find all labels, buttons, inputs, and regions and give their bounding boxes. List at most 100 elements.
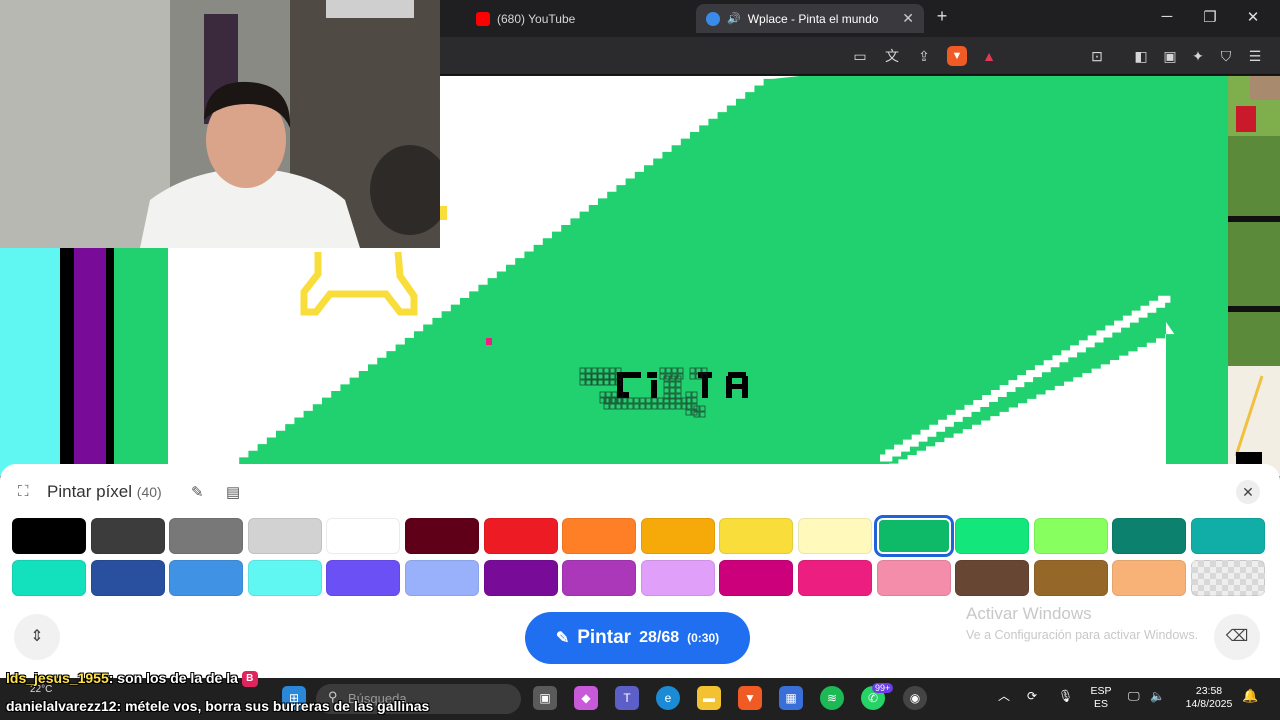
share-icon[interactable]: ⇪ — [914, 46, 934, 66]
color-swatch[interactable] — [483, 518, 558, 554]
black-stripe — [106, 248, 114, 476]
brave-shields-icon[interactable]: ▼ — [947, 46, 967, 66]
notification-icon[interactable]: 🔔 — [1242, 689, 1258, 702]
paint-timer: (0:30) — [687, 631, 720, 645]
new-tab-button[interactable]: + — [932, 6, 952, 27]
youtube-icon — [476, 11, 490, 26]
vpn-icon[interactable]: ⛉ — [1216, 46, 1236, 66]
color-swatch[interactable] — [640, 518, 715, 554]
menu-icon[interactable]: ☰ — [1245, 46, 1265, 66]
spotify-icon[interactable]: ≋ — [820, 686, 844, 710]
brush-icon: ✎ — [555, 630, 570, 647]
color-swatch[interactable] — [169, 560, 244, 596]
tab-youtube[interactable]: (680) YouTube — [466, 4, 686, 33]
store-icon[interactable]: ▦ — [779, 686, 803, 710]
language-indicator[interactable]: ESP ES — [1088, 685, 1114, 711]
microphone-icon[interactable]: 🎙 — [1058, 690, 1073, 703]
watermark-title: Activar Windows — [966, 604, 1092, 623]
file-explorer-icon[interactable]: ▬ — [697, 686, 721, 710]
color-swatch[interactable] — [1191, 518, 1265, 554]
color-swatch[interactable] — [955, 518, 1030, 554]
color-swatch[interactable] — [12, 560, 86, 596]
color-swatch[interactable] — [640, 560, 715, 596]
paint-panel: ⛶ Pintar píxel (40) ✎ ▤ ✕ ⇕ Activar Wind… — [0, 464, 1280, 678]
color-swatch[interactable] — [326, 560, 401, 596]
screen: (680) YouTube 🔊 Wplace - Pinta el mundo … — [0, 0, 1280, 720]
sidebar-icon[interactable]: ◧ — [1131, 46, 1151, 66]
brave-rewards-icon[interactable]: ▲ — [979, 46, 999, 66]
screenshot-icon[interactable]: ⊡ — [1087, 46, 1107, 66]
cast-icon[interactable]: ▭ — [850, 46, 870, 66]
chat-emote: B — [241, 671, 258, 688]
color-swatch[interactable] — [1112, 560, 1187, 596]
magenta-pixel — [486, 338, 492, 345]
black-stripe — [60, 248, 74, 476]
brave-icon[interactable]: ▼ — [738, 686, 762, 710]
copilot-icon[interactable]: ◆ — [574, 686, 598, 710]
color-swatch[interactable] — [90, 560, 165, 596]
color-swatch[interactable] — [719, 518, 794, 554]
color-swatch[interactable] — [1112, 518, 1187, 554]
color-swatch[interactable] — [405, 518, 479, 554]
obs-icon[interactable]: ◉ — [903, 686, 927, 710]
globe-icon — [706, 11, 720, 26]
green-stripe — [114, 248, 168, 476]
tab-wplace[interactable]: 🔊 Wplace - Pinta el mundo ✕ — [696, 4, 924, 33]
chat-username: danielalvarezz12 — [6, 698, 117, 714]
close-window-button[interactable]: ✕ — [1243, 8, 1263, 26]
collapse-panel-button[interactable]: ⇕ — [14, 614, 60, 660]
tray-chevron-icon[interactable]: ︿ — [998, 690, 1010, 703]
speaker-icon: 🔊 — [727, 13, 741, 25]
purple-stripe — [74, 248, 106, 476]
streamer-webcam-image — [0, 0, 440, 248]
network-icon[interactable]: 🖵 — [1128, 690, 1140, 703]
color-swatch[interactable] — [90, 518, 165, 554]
color-swatch[interactable] — [1033, 560, 1108, 596]
whatsapp-badge: 99+ — [872, 683, 894, 693]
color-swatch[interactable] — [798, 560, 872, 596]
color-swatch[interactable] — [247, 518, 322, 554]
cyan-stripe — [0, 248, 60, 476]
color-swatch[interactable] — [483, 560, 558, 596]
color-swatch[interactable] — [1033, 518, 1108, 554]
watermark-subtitle: Ve a Configuración para activar Windows. — [966, 628, 1199, 642]
eyedropper-icon[interactable]: ✎ — [191, 483, 204, 501]
chat-message: danielalvarezz12: métele vos, borra sus … — [6, 698, 429, 714]
color-swatch[interactable] — [798, 518, 872, 554]
color-swatch[interactable] — [955, 560, 1030, 596]
restore-button[interactable]: ❐ — [1200, 8, 1220, 26]
close-panel-button[interactable]: ✕ — [1236, 480, 1260, 504]
clock[interactable]: 23:58 14/8/2025 — [1180, 685, 1238, 711]
color-swatch[interactable] — [876, 560, 951, 596]
color-swatch[interactable] — [719, 560, 794, 596]
color-swatch[interactable] — [873, 515, 954, 557]
color-swatch[interactable] — [562, 560, 637, 596]
language-code: ESP — [1090, 685, 1112, 697]
edge-icon[interactable]: e — [656, 686, 680, 710]
eraser-button[interactable]: ⌫ — [1214, 614, 1260, 660]
template-icon[interactable]: ▤ — [226, 483, 240, 501]
panel-title-text: Pintar píxel — [47, 482, 133, 501]
color-swatch[interactable] — [247, 560, 322, 596]
paint-button-label: Pintar — [577, 627, 632, 648]
chat-username: lds_jesus_1955 — [6, 670, 109, 686]
wallet-icon[interactable]: ▣ — [1160, 46, 1180, 66]
color-swatch[interactable] — [562, 518, 637, 554]
color-swatch[interactable] — [12, 518, 86, 554]
close-tab-icon[interactable]: ✕ — [902, 10, 914, 27]
sync-icon[interactable]: ⟳ — [1027, 690, 1037, 703]
leo-ai-icon[interactable]: ✦ — [1188, 46, 1208, 66]
color-swatch[interactable] — [326, 518, 401, 554]
chat-text: : son los de la de la — [108, 670, 238, 686]
color-swatch[interactable] — [169, 518, 244, 554]
expand-icon[interactable]: ⛶ — [18, 483, 29, 500]
tab-label: Wplace - Pinta el mundo — [747, 11, 879, 26]
color-swatch[interactable] — [405, 560, 479, 596]
color-swatch[interactable] — [1191, 560, 1265, 596]
paint-button[interactable]: ✎ Pintar 28/68 (0:30) — [525, 612, 750, 664]
teams-icon[interactable]: T — [615, 686, 639, 710]
volume-icon[interactable]: 🔈 — [1150, 690, 1165, 703]
task-view-icon[interactable]: ▣ — [533, 686, 557, 710]
minimize-button[interactable]: ─ — [1157, 8, 1177, 25]
translate-icon[interactable]: 文 — [882, 46, 902, 66]
